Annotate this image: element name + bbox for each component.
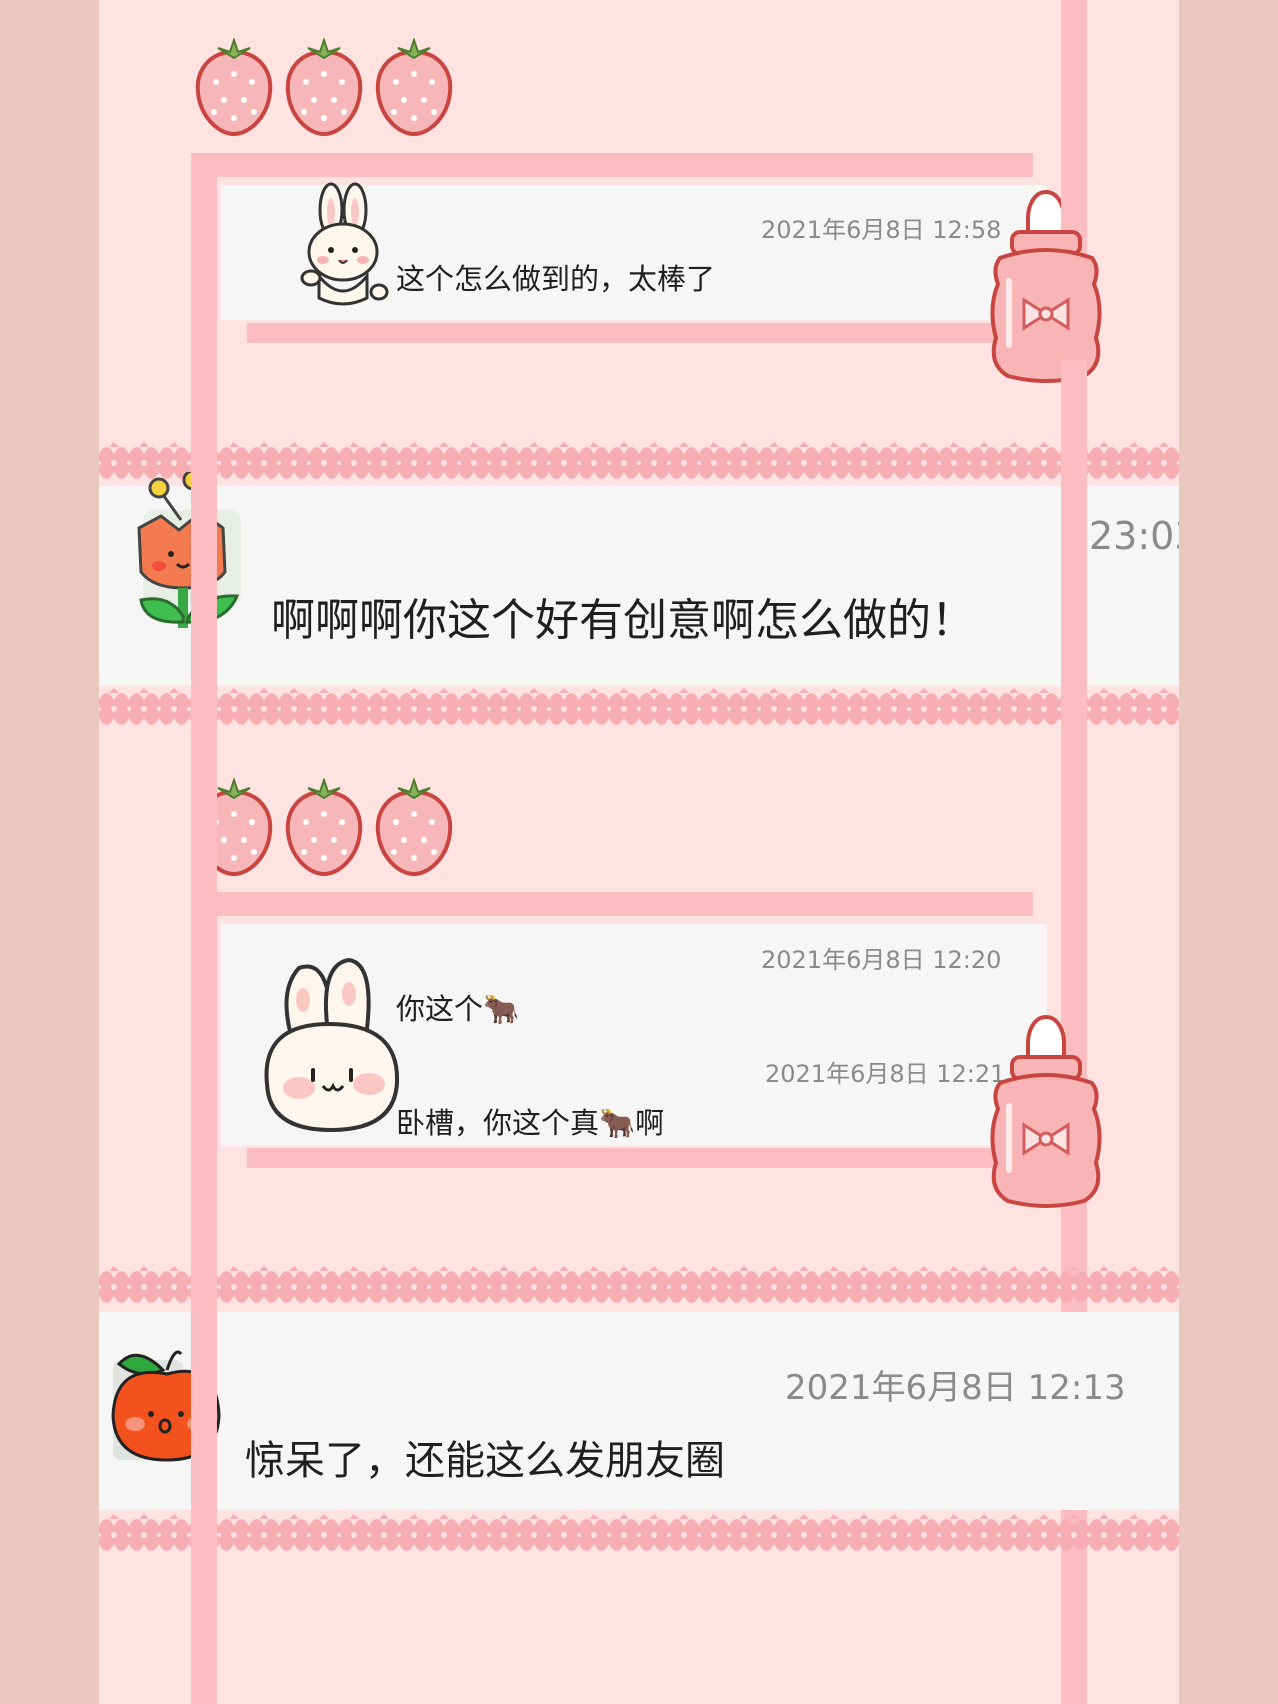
strawberry-icon (195, 38, 453, 137)
section1-top-rail (191, 153, 1033, 177)
comment-2-text: 啊啊啊你这个好有创意啊怎么做的！ (271, 595, 975, 646)
comment-2-time: 23:03 (1089, 514, 1179, 558)
right-rail-overlay (1061, 0, 1087, 230)
section1-bottom-rail (247, 323, 1003, 343)
comment-4-text: 惊呆了，还能这么发朋友圈 (245, 1438, 725, 1484)
comment-3a-text: 你这个🐂 (396, 992, 520, 1026)
lace-ribbon (99, 686, 1179, 732)
comment-1-time: 2021年6月8日 12:58 (761, 216, 1002, 244)
comment-4-time: 2021年6月8日 12:13 (785, 1368, 1126, 1408)
baby-bottle-icon (984, 1013, 1108, 1213)
strawberry-row-top (194, 38, 454, 138)
section3-bottom-rail (247, 1148, 1003, 1168)
lace-ribbon (99, 1264, 1179, 1310)
comment-3b-time: 2021年6月8日 12:21 (765, 1060, 1006, 1088)
tulip-avatar-icon (133, 472, 245, 632)
strawberry-icon (195, 778, 453, 876)
lace-ribbon (99, 1512, 1179, 1558)
lace-ribbon (99, 440, 1179, 486)
comment-3b-text: 卧槽，你这个真🐂啊 (396, 1106, 665, 1140)
baby-bottle-icon (984, 188, 1108, 388)
comment-3a-time: 2021年6月8日 12:20 (761, 946, 1002, 974)
moments-collage: 2021年6月8日 12:58 这个怎么做到的，太棒了 啊啊啊你这个好有创意啊怎… (99, 0, 1179, 1704)
left-rail-overlay (191, 155, 217, 1704)
right-rail-overlay (1061, 360, 1087, 1020)
bunny-face-avatar-icon (257, 954, 407, 1134)
comment-1-text: 这个怎么做到的，太棒了 (396, 262, 716, 296)
strawberry-row-middle (194, 778, 454, 878)
bunny-avatar-icon (299, 180, 391, 312)
section3-top-rail (191, 892, 1033, 916)
